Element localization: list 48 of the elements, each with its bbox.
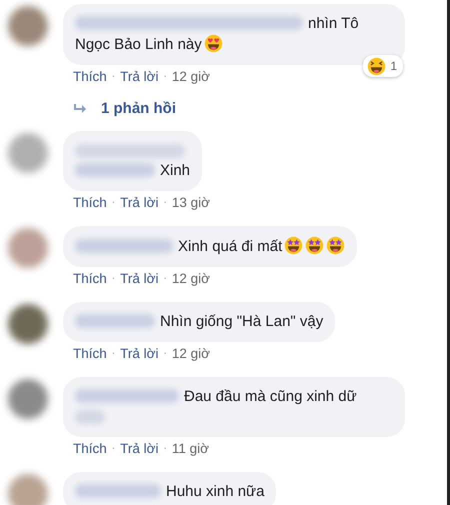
heart-eyes-emoji-icon [204, 34, 223, 53]
avatar[interactable] [8, 304, 48, 344]
reaction-badge[interactable]: 1 [363, 55, 403, 77]
separator-dot: · [112, 272, 116, 286]
separator-dot: · [163, 442, 167, 456]
star-eyes-emoji-icon [284, 236, 304, 255]
comment-text: Xinh [160, 162, 190, 179]
comment-time: 12 giờ [172, 270, 210, 288]
comment-text: nhìn Tô [308, 15, 359, 32]
comment-text: Huhu xinh nữa [166, 483, 264, 500]
star-eyes-emoji-icon [326, 236, 346, 255]
view-replies-link[interactable]: 1 phản hồi [101, 100, 176, 117]
star-eyes-emoji-icon [305, 236, 324, 255]
action-link[interactable]: Trả lời [120, 345, 158, 363]
reply-arrow-icon [73, 104, 87, 114]
comment-text: Nhìn giống "Hà Lan" vậy [160, 313, 324, 330]
reaction-count: 1 [390, 58, 397, 75]
action-link[interactable]: Trả lời [120, 68, 158, 86]
separator-dot: · [112, 347, 116, 361]
comment-time: 13 giờ [172, 194, 210, 212]
avatar[interactable] [8, 228, 48, 268]
action-link[interactable]: Thích [73, 270, 107, 288]
separator-dot: · [163, 272, 167, 286]
separator-dot: · [112, 442, 116, 456]
action-link[interactable]: Thích [73, 194, 107, 212]
avatar[interactable] [8, 379, 48, 419]
action-link[interactable]: Trả lời [120, 194, 158, 212]
comment-text: Xinh quá đi mất [178, 238, 282, 255]
separator-dot: · [112, 196, 116, 210]
action-link[interactable]: Thích [73, 345, 107, 363]
action-link[interactable]: Thích [73, 68, 107, 86]
separator-dot: · [163, 196, 167, 210]
avatar[interactable] [8, 474, 48, 505]
separator-dot: · [163, 70, 167, 84]
laughing-emoji-icon [367, 56, 386, 76]
comment-time: 12 giờ [172, 345, 210, 363]
comment-text: Ngọc Bảo Linh này [75, 36, 202, 53]
action-link[interactable]: Thích [73, 440, 107, 458]
action-link[interactable]: Trả lời [120, 440, 158, 458]
comment-text: Đau đầu mà cũng xinh dữ [184, 388, 357, 405]
avatar[interactable] [8, 133, 48, 173]
comment-time: 12 giờ [172, 68, 210, 86]
action-link[interactable]: Trả lời [120, 270, 158, 288]
comment-time: 11 giờ [172, 440, 209, 458]
blurred-text [75, 410, 105, 424]
separator-dot: · [112, 70, 116, 84]
avatar[interactable] [8, 6, 48, 46]
separator-dot: · [163, 347, 167, 361]
